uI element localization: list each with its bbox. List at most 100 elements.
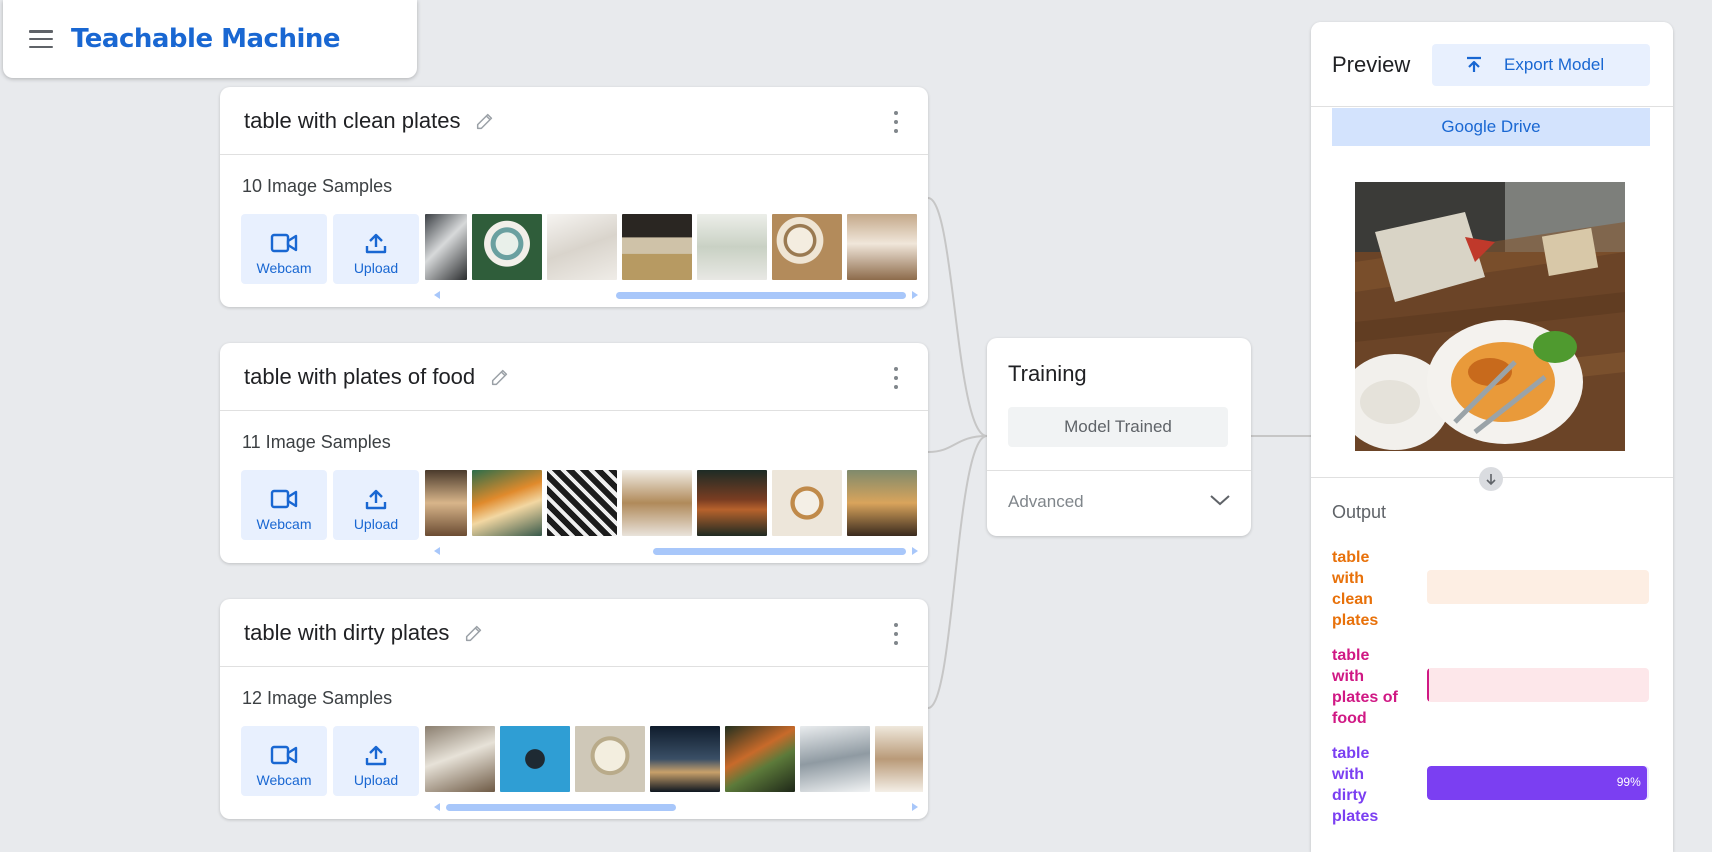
sample-thumbnails [425, 726, 923, 792]
sample-thumbnail[interactable] [472, 214, 542, 280]
webcam-button[interactable]: Webcam [241, 214, 327, 284]
scroll-left-icon[interactable] [434, 803, 440, 811]
upload-icon [365, 233, 387, 254]
sample-thumbnail[interactable] [697, 214, 767, 280]
webcam-label: Webcam [256, 260, 312, 276]
confidence-percent: 99% [1616, 775, 1641, 789]
sample-thumbnails [425, 470, 923, 536]
sample-thumbnail[interactable] [547, 214, 617, 280]
google-drive-button[interactable]: Google Drive [1332, 108, 1650, 146]
sample-thumbnail[interactable] [622, 470, 692, 536]
confidence-fill [1427, 668, 1429, 702]
class-name[interactable]: table with clean plates [244, 108, 460, 134]
thumbnail-scrollbar[interactable] [434, 802, 918, 812]
preview-panel: Google Drive Preview Export Model Output… [1311, 22, 1673, 852]
export-label: Export Model [1504, 55, 1605, 74]
app-header: Teachable Machine [3, 0, 417, 78]
output-class-label: table with dirty plates [1332, 745, 1379, 825]
output-title: Output [1332, 502, 1387, 522]
arrow-down-icon [1479, 467, 1503, 491]
sample-thumbnail[interactable] [547, 470, 617, 536]
sample-thumbnail[interactable] [650, 726, 720, 792]
app-logo[interactable]: Teachable Machine [71, 24, 341, 54]
video-camera-icon [270, 233, 298, 253]
sample-thumbnail[interactable] [875, 726, 923, 792]
export-upload-icon [1467, 56, 1481, 72]
chevron-down-icon[interactable] [1209, 493, 1231, 507]
upload-label: Upload [353, 260, 399, 276]
upload-label: Upload [353, 772, 399, 788]
sample-thumbnail[interactable] [697, 470, 767, 536]
class-name[interactable]: table with plates of food [244, 364, 475, 390]
sample-thumbnail[interactable] [425, 214, 467, 280]
scrollbar-thumb[interactable] [446, 804, 676, 811]
sample-thumbnail[interactable] [847, 214, 917, 280]
confidence-bar [1427, 570, 1649, 604]
scrollbar-thumb[interactable] [653, 548, 906, 555]
webcam-label: Webcam [256, 516, 312, 532]
export-model-button[interactable]: Export Model [1432, 44, 1650, 86]
sample-count: 12 Image Samples [242, 688, 393, 708]
train-model-button[interactable]: Model Trained [1008, 407, 1228, 447]
hamburger-menu-icon[interactable] [29, 30, 53, 48]
preview-title: Preview [1332, 52, 1411, 77]
pencil-icon[interactable] [489, 366, 511, 388]
preview-header: Preview Export Model [1311, 22, 1673, 107]
training-title: Training [1008, 361, 1087, 386]
confidence-fill: 99% [1427, 766, 1647, 800]
sample-thumbnail[interactable] [472, 470, 542, 536]
pencil-icon[interactable] [463, 622, 485, 644]
scroll-left-icon[interactable] [434, 547, 440, 555]
training-panel: Training Model Trained Advanced [987, 338, 1251, 536]
upload-label: Upload [353, 516, 399, 532]
thumbnail-scrollbar[interactable] [434, 290, 918, 300]
sample-thumbnail[interactable] [847, 470, 917, 536]
sample-thumbnail[interactable] [425, 726, 495, 792]
sample-thumbnail[interactable] [800, 726, 870, 792]
advanced-toggle[interactable]: Advanced [1008, 492, 1084, 512]
kebab-menu-icon[interactable] [894, 367, 900, 389]
sample-thumbnail[interactable] [500, 726, 570, 792]
upload-button[interactable]: Upload [333, 214, 419, 284]
class-header: table with dirty plates [220, 599, 928, 667]
sample-thumbnails [425, 214, 923, 280]
scrollbar-thumb[interactable] [616, 292, 906, 299]
sample-thumbnail[interactable] [772, 214, 842, 280]
class-card-clean-plates: table with clean plates 10 Image Samples… [220, 87, 928, 307]
sample-thumbnail[interactable] [622, 214, 692, 280]
sample-thumbnail[interactable] [575, 726, 645, 792]
kebab-menu-icon[interactable] [894, 111, 900, 133]
class-name[interactable]: table with dirty plates [244, 620, 449, 646]
upload-icon [365, 745, 387, 766]
webcam-label: Webcam [256, 772, 312, 788]
upload-button[interactable]: Upload [333, 470, 419, 540]
sample-thumbnail[interactable] [725, 726, 795, 792]
class-card-dirty-plates: table with dirty plates 12 Image Samples… [220, 599, 928, 819]
sample-thumbnail[interactable] [425, 470, 467, 536]
video-camera-icon [270, 745, 298, 765]
sample-count: 11 Image Samples [242, 432, 391, 452]
sample-count: 10 Image Samples [242, 176, 393, 196]
divider [987, 470, 1251, 471]
upload-icon [365, 489, 387, 510]
webcam-button[interactable]: Webcam [241, 470, 327, 540]
output-class-label: table with clean plates [1332, 549, 1379, 629]
webcam-preview-image [1355, 182, 1625, 451]
class-header: table with clean plates [220, 87, 928, 155]
output-class-label: table with plates of food [1332, 647, 1398, 727]
video-camera-icon [270, 489, 298, 509]
class-card-plates-of-food: table with plates of food 11 Image Sampl… [220, 343, 928, 563]
scroll-right-icon[interactable] [912, 291, 918, 299]
kebab-menu-icon[interactable] [894, 623, 900, 645]
class-header: table with plates of food [220, 343, 928, 411]
sample-thumbnail[interactable] [772, 470, 842, 536]
thumbnail-scrollbar[interactable] [434, 546, 918, 556]
scroll-right-icon[interactable] [912, 547, 918, 555]
scroll-left-icon[interactable] [434, 291, 440, 299]
pencil-icon[interactable] [474, 110, 496, 132]
webcam-button[interactable]: Webcam [241, 726, 327, 796]
confidence-bar: 99% [1427, 766, 1649, 800]
upload-button[interactable]: Upload [333, 726, 419, 796]
scroll-right-icon[interactable] [912, 803, 918, 811]
confidence-bar [1427, 668, 1649, 702]
